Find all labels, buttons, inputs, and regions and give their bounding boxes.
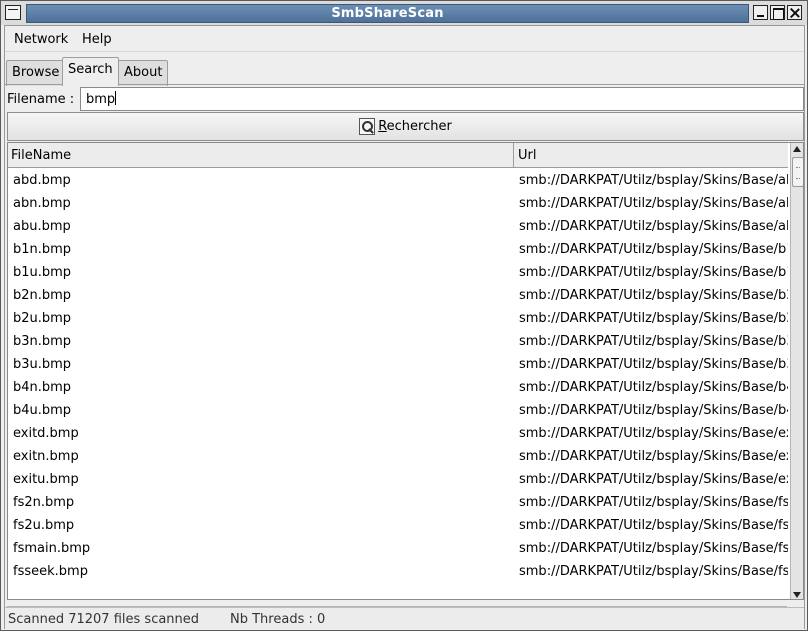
table-row[interactable]: b3u.bmp smb://DARKPAT/Utilz/bsplay/Skins/… <box>8 353 788 376</box>
cell-filename: exitd.bmp <box>13 426 79 441</box>
results-table: FileName Url abd.bmp smb://DARKPAT/Utilz/… <box>7 142 804 600</box>
cell-filename: b2u.bmp <box>13 311 72 326</box>
table-row[interactable]: b1n.bmp smb://DARKPAT/Utilz/bsplay/Skins/… <box>8 238 788 261</box>
window-menu-icon[interactable] <box>5 5 21 20</box>
text-caret <box>115 91 117 105</box>
vertical-scroll-thumb[interactable] <box>792 157 803 187</box>
table-row[interactable]: b3n.bmp smb://DARKPAT/Utilz/bsplay/Skins/… <box>8 330 788 353</box>
minimize-icon[interactable] <box>753 5 768 20</box>
cell-filename: abu.bmp <box>13 219 71 234</box>
cell-url: smb://DARKPAT/Utilz/bsplay/Skins/Base/b2 <box>519 288 788 303</box>
column-header-url[interactable]: Url <box>515 143 788 168</box>
table-row[interactable]: b4n.bmp smb://DARKPAT/Utilz/bsplay/Skins/… <box>8 376 788 399</box>
tab-browse[interactable]: Browse <box>6 60 66 86</box>
vertical-scrollbar[interactable] <box>790 143 803 599</box>
cell-filename: fsseek.bmp <box>13 564 88 579</box>
scroll-down-icon[interactable] <box>793 592 801 598</box>
cell-url: smb://DARKPAT/Utilz/bsplay/Skins/Base/fs… <box>519 495 788 510</box>
table-row[interactable]: fsseek.bmp smb://DARKPAT/Utilz/bsplay/Ski… <box>8 560 788 583</box>
cell-url: smb://DARKPAT/Utilz/bsplay/Skins/Base/b3 <box>519 357 788 372</box>
search-button-label: Rechercher <box>378 119 452 134</box>
magnifier-icon <box>359 118 376 135</box>
cell-url: smb://DARKPAT/Utilz/bsplay/Skins/Base/b1 <box>519 242 788 257</box>
cell-url: smb://DARKPAT/Utilz/bsplay/Skins/Base/fs… <box>519 564 788 579</box>
cell-url: smb://DARKPAT/Utilz/bsplay/Skins/Base/fs… <box>519 541 788 556</box>
column-header-filename[interactable]: FileName <box>8 143 514 168</box>
table-row[interactable]: fsmain.bmp smb://DARKPAT/Utilz/bsplay/Ski… <box>8 537 788 560</box>
cell-url: smb://DARKPAT/Utilz/bsplay/Skins/Base/fs… <box>519 518 788 533</box>
table-row[interactable]: abd.bmp smb://DARKPAT/Utilz/bsplay/Skins/… <box>8 169 788 192</box>
cell-filename: exitu.bmp <box>13 472 79 487</box>
cell-filename: b4n.bmp <box>13 380 72 395</box>
table-row[interactable]: b2n.bmp smb://DARKPAT/Utilz/bsplay/Skins/… <box>8 284 788 307</box>
cell-url: smb://DARKPAT/Utilz/bsplay/Skins/Base/ab <box>519 173 788 188</box>
main-content: Network Help Browse Search About Filenam… <box>4 25 805 629</box>
cell-filename: abn.bmp <box>13 196 71 211</box>
cell-url: smb://DARKPAT/Utilz/bsplay/Skins/Base/b3 <box>519 334 788 349</box>
table-row[interactable]: exitn.bmp smb://DARKPAT/Utilz/bsplay/Skin… <box>8 445 788 468</box>
close-icon[interactable] <box>787 5 802 20</box>
cell-url: smb://DARKPAT/Utilz/bsplay/Skins/Base/ab <box>519 219 788 234</box>
cell-filename: b3n.bmp <box>13 334 72 349</box>
menu-network[interactable]: Network <box>14 32 68 47</box>
maximize-icon[interactable] <box>770 5 785 20</box>
menu-help[interactable]: Help <box>82 32 112 47</box>
table-header: FileName Url <box>8 143 788 168</box>
cell-url: smb://DARKPAT/Utilz/bsplay/Skins/Base/ex <box>519 449 788 464</box>
cell-filename: fsmain.bmp <box>13 541 91 556</box>
scroll-up-icon[interactable] <box>793 146 801 152</box>
status-threads: Nb Threads : 0 <box>230 612 326 627</box>
cell-url: smb://DARKPAT/Utilz/bsplay/Skins/Base/ab <box>519 196 788 211</box>
filename-label: Filename : <box>7 92 75 107</box>
table-row[interactable]: exitd.bmp smb://DARKPAT/Utilz/bsplay/Skin… <box>8 422 788 445</box>
table-row[interactable]: b2u.bmp smb://DARKPAT/Utilz/bsplay/Skins/… <box>8 307 788 330</box>
cell-filename: fs2u.bmp <box>13 518 75 533</box>
cell-url: smb://DARKPAT/Utilz/bsplay/Skins/Base/ex <box>519 472 788 487</box>
table-row[interactable]: fs2u.bmp smb://DARKPAT/Utilz/bsplay/Skins… <box>8 514 788 537</box>
tab-divider <box>5 84 804 85</box>
table-row[interactable]: exitu.bmp smb://DARKPAT/Utilz/bsplay/Skin… <box>8 468 788 491</box>
cell-filename: fs2n.bmp <box>13 495 75 510</box>
table-row[interactable]: abu.bmp smb://DARKPAT/Utilz/bsplay/Skins/… <box>8 215 788 238</box>
cell-filename: b1u.bmp <box>13 265 72 280</box>
search-button[interactable]: Rechercher <box>7 112 804 141</box>
status-bar: Scanned 71207 files scanned Nb Threads :… <box>5 607 804 629</box>
search-button-mnemonic: R <box>378 119 387 134</box>
cell-url: smb://DARKPAT/Utilz/bsplay/Skins/Base/b2 <box>519 311 788 326</box>
app-window: SmbShareScan Network Help Browse Search … <box>0 0 808 631</box>
table-row[interactable]: fs2n.bmp smb://DARKPAT/Utilz/bsplay/Skins… <box>8 491 788 514</box>
cell-url: smb://DARKPAT/Utilz/bsplay/Skins/Base/b1 <box>519 265 788 280</box>
status-scanned: Scanned 71207 files scanned <box>8 612 200 627</box>
cell-url: smb://DARKPAT/Utilz/bsplay/Skins/Base/b4 <box>519 403 788 418</box>
table-row[interactable]: b1u.bmp smb://DARKPAT/Utilz/bsplay/Skins/… <box>8 261 788 284</box>
table-row[interactable]: abn.bmp smb://DARKPAT/Utilz/bsplay/Skins/… <box>8 192 788 215</box>
cell-filename: b2n.bmp <box>13 288 72 303</box>
title-bar[interactable]: SmbShareScan <box>1 1 807 25</box>
tab-about[interactable]: About <box>118 60 169 86</box>
cell-url: smb://DARKPAT/Utilz/bsplay/Skins/Base/ex <box>519 426 788 441</box>
tab-search[interactable]: Search <box>62 57 119 86</box>
cell-filename: b1n.bmp <box>13 242 72 257</box>
table-row[interactable]: b4u.bmp smb://DARKPAT/Utilz/bsplay/Skins/… <box>8 399 788 422</box>
table-body: abd.bmp smb://DARKPAT/Utilz/bsplay/Skins/… <box>8 169 788 599</box>
window-title: SmbShareScan <box>26 4 749 23</box>
filename-input[interactable]: bmp <box>80 87 804 111</box>
cell-filename: b3u.bmp <box>13 357 72 372</box>
tab-bar: Browse Search About <box>5 57 804 86</box>
cell-filename: exitn.bmp <box>13 449 79 464</box>
search-button-label-rest: echercher <box>386 119 452 134</box>
filename-value: bmp <box>86 92 116 107</box>
cell-url: smb://DARKPAT/Utilz/bsplay/Skins/Base/b4 <box>519 380 788 395</box>
cell-filename: abd.bmp <box>13 173 71 188</box>
menu-bar: Network Help <box>5 26 804 52</box>
cell-filename: b4u.bmp <box>13 403 72 418</box>
